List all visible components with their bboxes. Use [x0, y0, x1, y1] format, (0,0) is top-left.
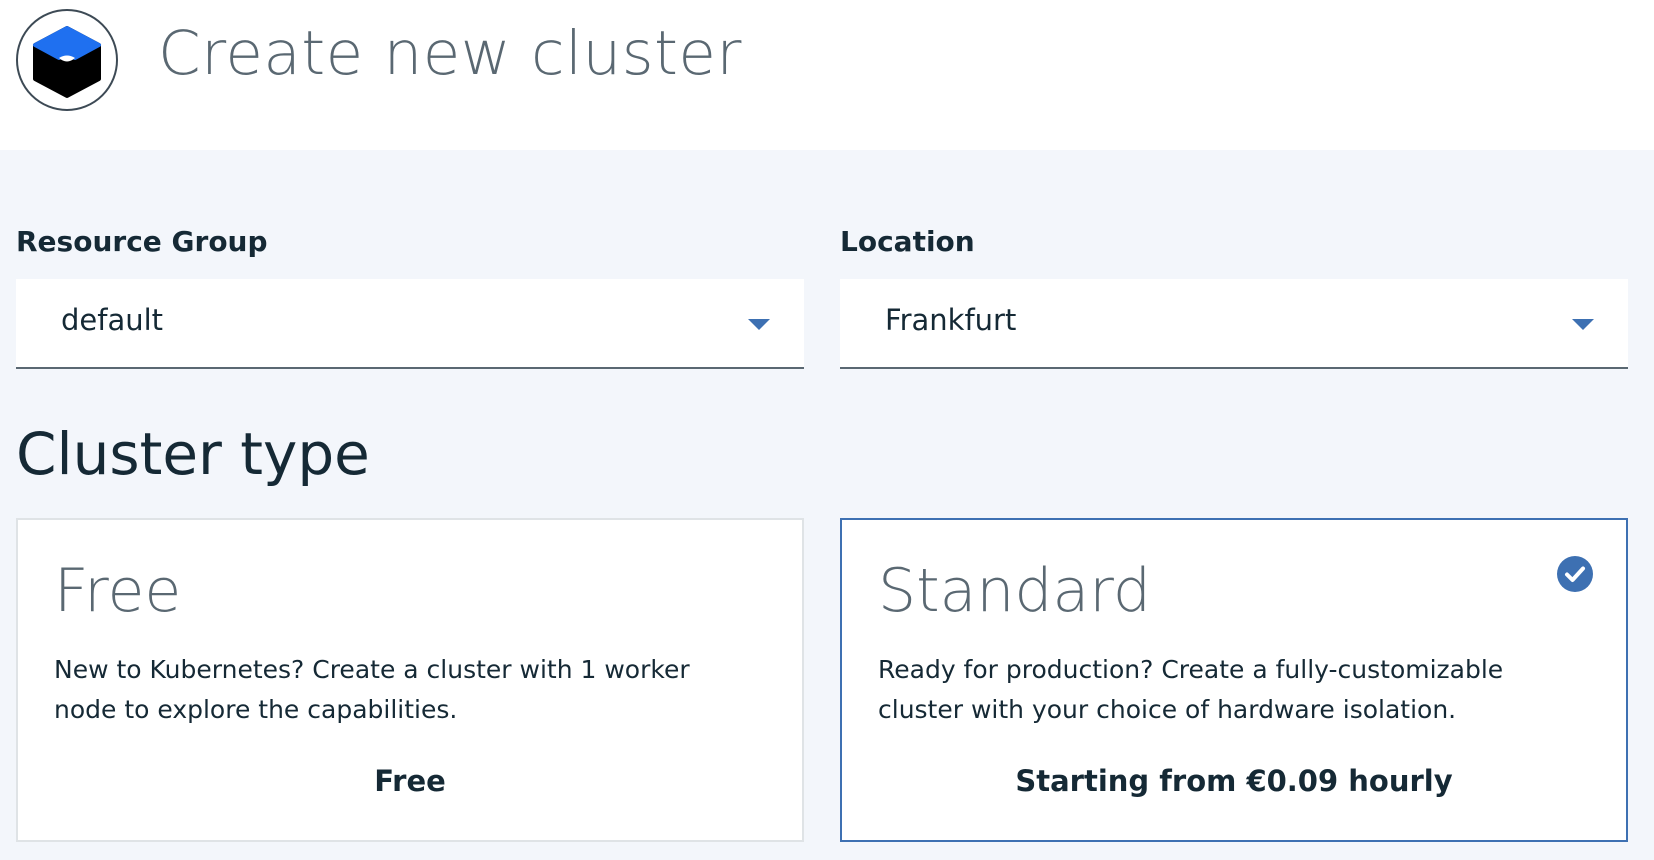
cluster-type-title: Cluster type — [16, 420, 370, 488]
checkmark-icon — [1557, 556, 1593, 592]
resource-group-select[interactable]: default — [16, 279, 804, 369]
resource-group-label: Resource Group — [16, 225, 268, 258]
tile-title: Free — [54, 556, 182, 626]
cluster-logo — [16, 9, 118, 111]
page-header: Create new cluster — [0, 0, 1654, 150]
location-value: Frankfurt — [885, 303, 1017, 337]
caret-down-icon — [748, 319, 770, 330]
location-select[interactable]: Frankfurt — [840, 279, 1628, 369]
tile-price: Free — [374, 764, 446, 798]
cluster-type-tile-free[interactable]: Free New to Kubernetes? Create a cluster… — [16, 518, 804, 842]
kubernetes-cluster-cube-icon — [33, 26, 101, 98]
caret-down-icon — [1572, 319, 1594, 330]
page-title: Create new cluster — [158, 18, 743, 89]
tile-description: New to Kubernetes? Create a cluster with… — [54, 655, 690, 724]
tile-title: Standard — [878, 556, 1151, 626]
cluster-type-tile-standard[interactable]: Standard Ready for production? Create a … — [840, 518, 1628, 842]
location-label: Location — [840, 225, 975, 258]
tile-price: Starting from €0.09 hourly — [1015, 764, 1453, 798]
tile-description: Ready for production? Create a fully-cus… — [878, 655, 1504, 724]
resource-group-value: default — [61, 303, 164, 337]
